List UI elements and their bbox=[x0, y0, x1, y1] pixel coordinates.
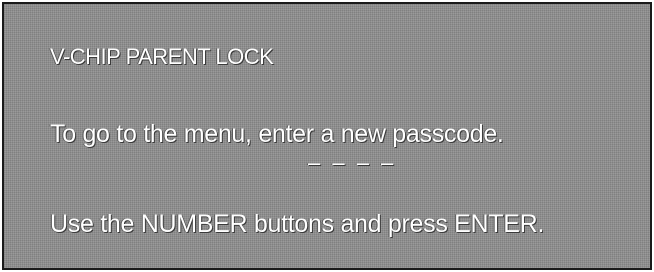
instruction-text: To go to the menu, enter a new passcode. bbox=[50, 120, 504, 148]
v-chip-lock-screen: V-CHIP PARENT LOCK To go to the menu, en… bbox=[2, 2, 652, 270]
menu-title: V-CHIP PARENT LOCK bbox=[50, 44, 274, 69]
passcode-input[interactable]: – – – – bbox=[308, 150, 396, 176]
hint-text: Use the NUMBER buttons and press ENTER. bbox=[50, 210, 545, 238]
